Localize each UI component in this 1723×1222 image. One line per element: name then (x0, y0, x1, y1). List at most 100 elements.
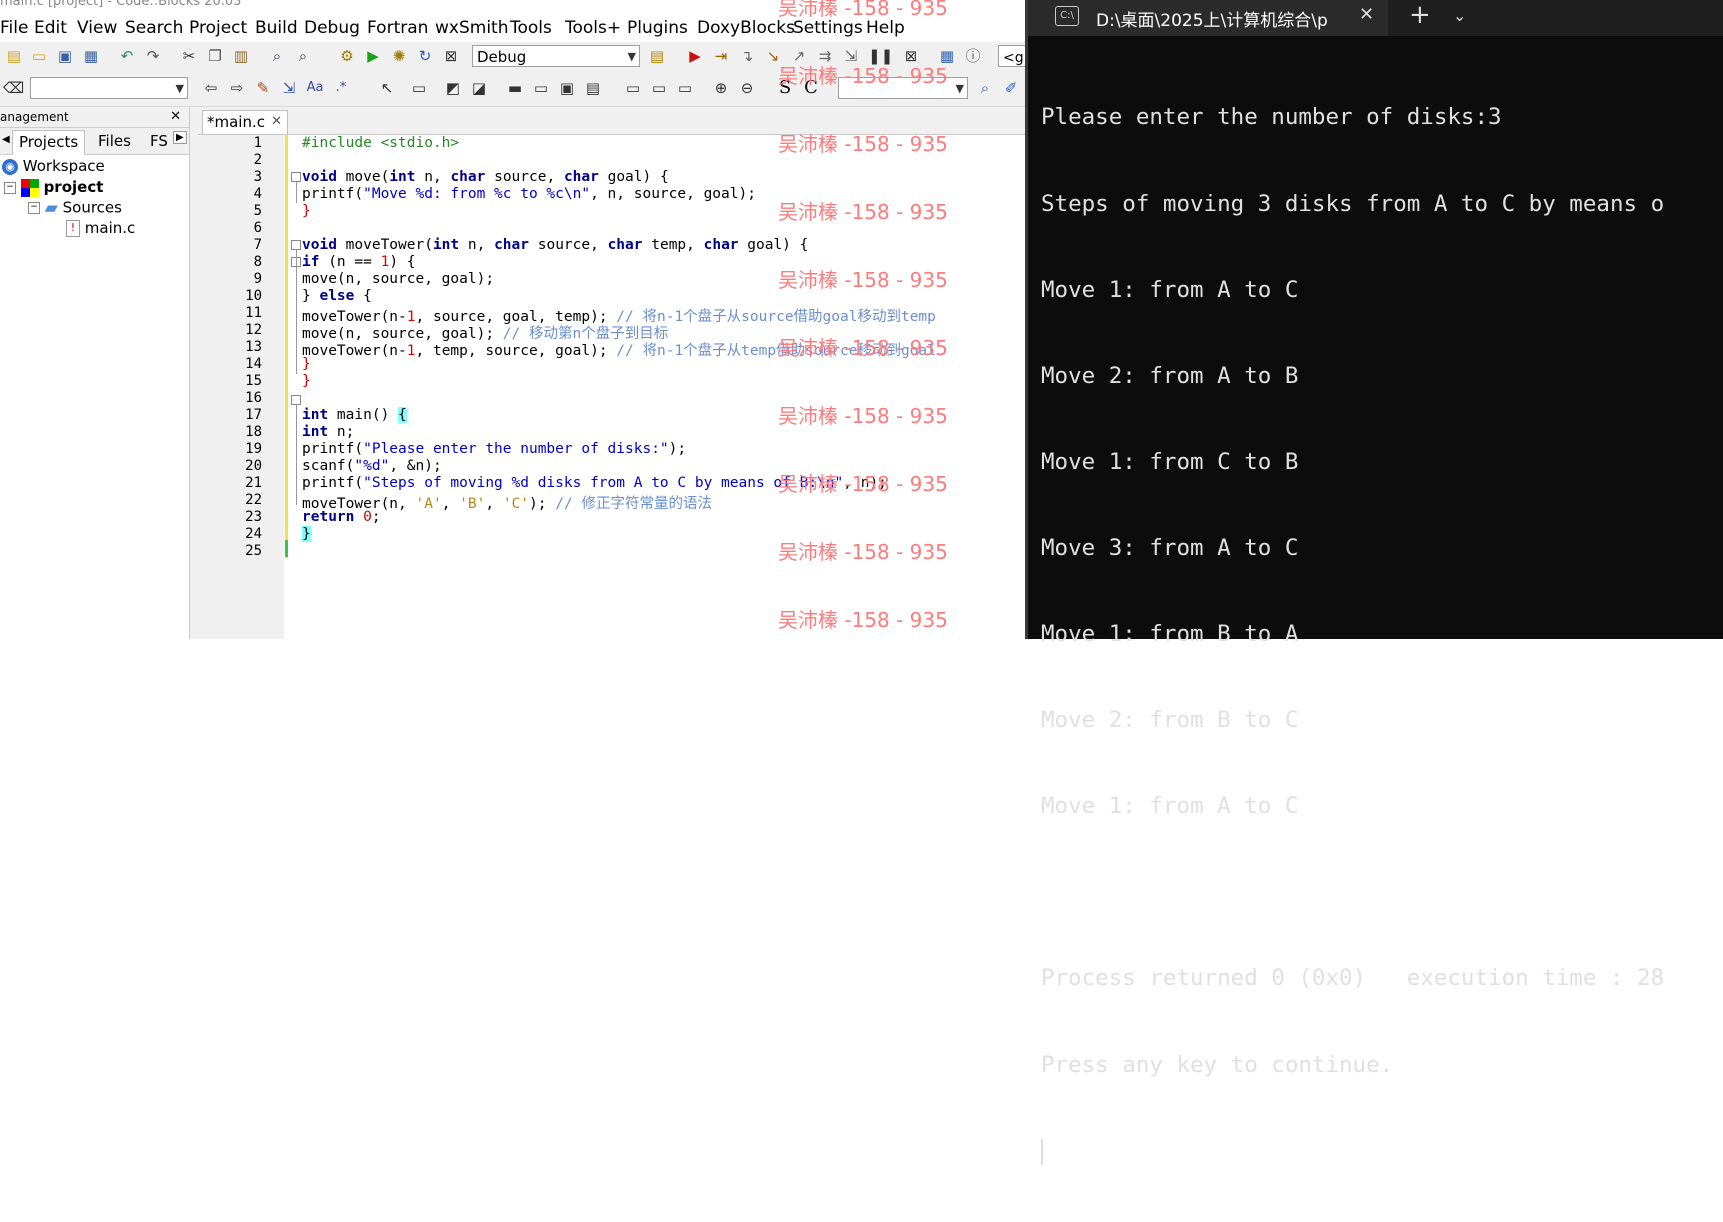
build-gear-icon[interactable]: ⚙ (338, 47, 356, 65)
menu-view[interactable]: View (77, 18, 117, 38)
highlight-icon[interactable]: ✎ (254, 79, 272, 97)
next-line-icon[interactable]: ↴ (738, 47, 756, 65)
save-all-icon[interactable]: ▦ (82, 47, 100, 65)
block-icon[interactable]: ▭ (410, 79, 428, 97)
replace-icon[interactable]: ⌕ (294, 47, 312, 65)
fold-marker[interactable] (291, 395, 301, 405)
close-icon[interactable]: ✕ (1359, 4, 1374, 25)
forward-icon[interactable]: ⇨ (228, 79, 246, 97)
for-icon[interactable]: ▤ (584, 79, 602, 97)
return-icon[interactable]: ▭ (676, 79, 694, 97)
new-tab-icon[interactable]: + (1409, 0, 1431, 30)
search-icon[interactable]: ⌕ (976, 79, 994, 97)
chevron-down-icon: ▼ (955, 82, 964, 95)
select-pointer-icon[interactable]: ↖ (378, 79, 396, 97)
jump-icon[interactable]: ⇲ (280, 79, 298, 97)
tree-file-label: main.c (84, 219, 136, 237)
menu-plugins[interactable]: Plugins (627, 18, 688, 38)
build-run-icon[interactable]: ✺ (390, 47, 408, 65)
tab-main-c[interactable]: *main.c ✕ (202, 110, 288, 134)
save-icon[interactable]: ▣ (56, 47, 74, 65)
paste-icon[interactable]: ▥ (232, 47, 250, 65)
collapse-icon[interactable]: − (28, 202, 40, 214)
menu-tools-plus[interactable]: Tools+ (565, 18, 621, 38)
if-icon[interactable]: ◩ (444, 79, 462, 97)
fold-marker[interactable] (291, 240, 301, 250)
line-number: 11 (245, 305, 262, 321)
tree-sources-folder[interactable]: − ▰ Sources (28, 198, 122, 218)
tree-project-label: project (43, 178, 104, 196)
menu-help[interactable]: Help (866, 18, 905, 38)
menu-project[interactable]: Project (189, 18, 247, 38)
redo-icon[interactable]: ↷ (144, 47, 162, 65)
menu-debug[interactable]: Debug (304, 18, 360, 38)
open-file-icon[interactable]: ▭ (30, 47, 48, 65)
debug-info-icon[interactable]: ⓘ (964, 47, 982, 65)
loop-icon[interactable]: ◪ (470, 79, 488, 97)
tree-file-main[interactable]: ! main.c (66, 219, 135, 237)
undo-icon[interactable]: ↶ (118, 47, 136, 65)
tree-workspace[interactable]: ◉ Workspace (2, 157, 105, 175)
watermark-text: 吴沛榛 -158 - 935 (778, 268, 948, 292)
menu-search[interactable]: Search (125, 18, 183, 38)
menu-edit[interactable]: Edit (34, 18, 67, 38)
close-icon[interactable]: ✕ (271, 111, 282, 133)
find-icon[interactable]: ⌕ (268, 47, 286, 65)
code-line: int n; (302, 424, 355, 440)
watermark-text: 吴沛榛 -158 - 935 (778, 404, 948, 428)
menu-fortran[interactable]: Fortran (367, 18, 428, 38)
tab-files[interactable]: Files (98, 132, 131, 150)
terminal-output[interactable]: Please enter the number of disks:3 Steps… (1041, 46, 1723, 1222)
line-number: 21 (245, 475, 262, 491)
tree-project[interactable]: − project (4, 178, 103, 197)
continue-icon[interactable]: ▭ (650, 79, 668, 97)
break-icon[interactable]: ▭ (624, 79, 642, 97)
case-icon[interactable]: ▭ (532, 79, 550, 97)
build-target-select[interactable]: Debug ▼ (472, 45, 640, 67)
tab-scroll-right-icon[interactable]: ▶ (173, 131, 187, 144)
match-case-icon[interactable]: Aa (306, 79, 324, 97)
fold-marker[interactable] (291, 172, 301, 182)
zoom-out-icon[interactable]: ⊖ (738, 79, 756, 97)
target-options-icon[interactable]: ▤ (648, 47, 666, 65)
menu-tools[interactable]: Tools (510, 18, 552, 38)
terminal-line: Move 1: from B to A (1041, 621, 1299, 648)
tab-projects[interactable]: Projects (12, 130, 86, 155)
terminal-tab[interactable]: C:\ D:\桌面\2025上\计算机综合\p ✕ (1028, 0, 1388, 36)
regex-icon[interactable]: .* (332, 79, 350, 97)
clear-icon[interactable]: ⌫ (3, 79, 24, 97)
line-number: 23 (245, 509, 262, 525)
menu-file[interactable]: File (0, 18, 28, 38)
copy-icon[interactable]: ❐ (206, 47, 224, 65)
tab-fs[interactable]: FS (150, 132, 168, 150)
code-line: } (302, 203, 311, 219)
menu-wxsmith[interactable]: wxSmith (435, 18, 508, 38)
run-to-cursor-icon[interactable]: ⇥ (712, 47, 730, 65)
workspace-icon: ◉ (2, 158, 18, 175)
menu-doxyblocks[interactable]: DoxyBlocks (697, 18, 795, 38)
collapse-icon[interactable]: − (4, 181, 16, 194)
abort-icon[interactable]: ⊠ (442, 47, 460, 65)
menu-settings[interactable]: Settings (793, 18, 863, 38)
search-combo[interactable]: ▼ (30, 77, 188, 99)
terminal-line: Move 2: from B to C (1041, 707, 1299, 734)
line-number: 22 (245, 492, 262, 508)
back-icon[interactable]: ⇦ (202, 79, 220, 97)
zoom-in-icon[interactable]: ⊕ (712, 79, 730, 97)
run-icon[interactable]: ▶ (364, 47, 382, 65)
watermark-text: 吴沛榛 -158 - 935 (778, 608, 948, 632)
wrench-icon[interactable]: ✐ (1002, 79, 1020, 97)
close-icon[interactable]: ✕ (170, 107, 181, 127)
while-icon[interactable]: ▣ (558, 79, 576, 97)
switch-icon[interactable]: ▬ (506, 79, 524, 97)
rebuild-icon[interactable]: ↻ (416, 47, 434, 65)
tab-scroll-left-icon[interactable]: ◀ (2, 134, 10, 145)
new-file-icon[interactable]: ▤ (5, 47, 23, 65)
chevron-down-icon[interactable]: ⌄ (1453, 6, 1466, 25)
line-number: 3 (253, 169, 262, 185)
debug-start-icon[interactable]: ▶ (686, 47, 704, 65)
chevron-down-icon: ▼ (627, 50, 636, 63)
menu-build[interactable]: Build (255, 18, 298, 38)
cut-icon[interactable]: ✂ (180, 47, 198, 65)
code-completion-select[interactable]: <g (998, 45, 1025, 67)
